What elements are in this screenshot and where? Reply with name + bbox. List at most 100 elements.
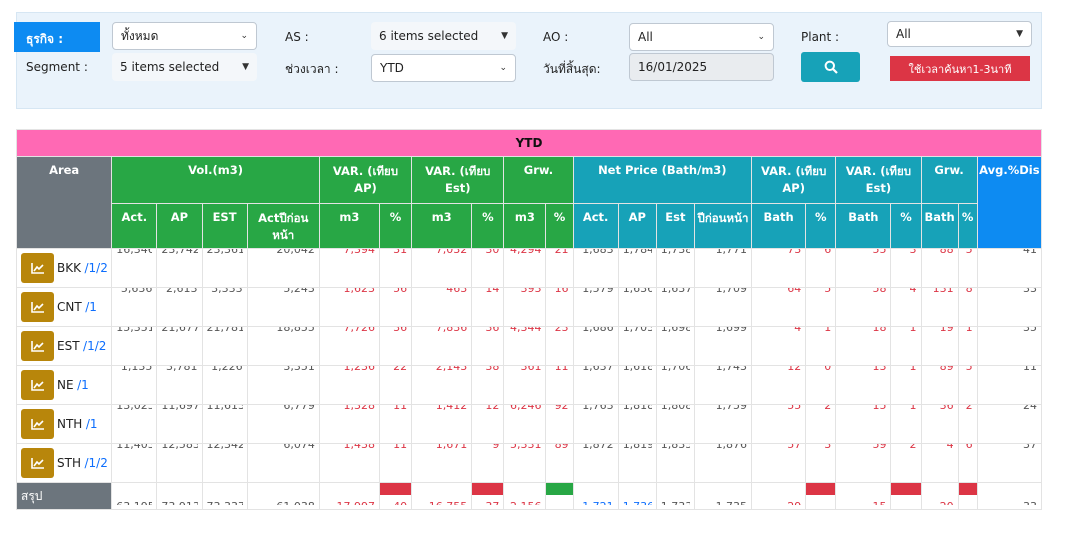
segment-value: 5 items selected <box>120 60 220 74</box>
area-name: NTH <box>57 417 83 431</box>
cell-15: 1 <box>805 326 837 366</box>
cell-3: 6,074 <box>246 443 320 483</box>
cell-8: 4,294 <box>503 248 547 288</box>
cell-20: 35 <box>976 326 1043 366</box>
period-select[interactable]: YTD ⌄ <box>371 54 516 82</box>
summary-cell-15 <box>805 482 837 510</box>
cell-value: 24 <box>1023 404 1037 412</box>
cell-value: 1,743 <box>715 365 748 373</box>
cell-value: 6,779 <box>283 404 315 412</box>
cell-value: 23,361 <box>206 248 243 256</box>
chart-line-icon <box>30 380 44 391</box>
area-drill-link[interactable]: /1 <box>77 378 89 392</box>
cell-6: 2,143 <box>411 365 473 405</box>
header-grw-price: Grw. <box>920 156 978 204</box>
business-select[interactable]: ทั้งหมด ⌄ <box>112 22 257 50</box>
cell-value: 33 <box>1023 287 1037 295</box>
cell-15: 2 <box>805 404 837 444</box>
cell-11: 1,819 <box>617 443 657 483</box>
cell-7: 36 <box>471 326 505 366</box>
enddate-input[interactable]: 16/01/2025 <box>629 53 774 81</box>
plant-select[interactable]: All ▼ <box>887 21 1032 47</box>
ao-select[interactable]: All ⌄ <box>629 23 774 51</box>
cell-value: 59 <box>872 443 887 451</box>
as-select[interactable]: 6 items selected ▼ <box>371 22 516 50</box>
cell-value: 36 <box>939 404 954 412</box>
cell-1: 12,583 <box>156 443 203 483</box>
summary-value <box>963 498 973 505</box>
subheader-6: m3 <box>411 203 473 249</box>
header-net-price: Net Price (Bath/m3) <box>572 156 753 204</box>
line-chart-button[interactable] <box>21 292 54 322</box>
line-chart-button[interactable] <box>21 448 54 478</box>
cell-5: 31 <box>379 248 413 288</box>
ao-value: All <box>638 30 653 44</box>
summary-cell-17 <box>890 482 922 510</box>
cell-5: 22 <box>379 365 413 405</box>
cell-value: 1,709 <box>715 287 748 295</box>
cell-12: 1,706 <box>655 365 695 405</box>
cell-8: 5,331 <box>503 443 547 483</box>
cell-value: 18,855 <box>276 326 315 334</box>
cell-4: 1,438 <box>318 443 381 483</box>
cell-value: 56 <box>393 287 408 295</box>
cell-value: 7,394 <box>343 248 376 256</box>
cell-value: 0 <box>824 365 832 373</box>
cell-2: 3,333 <box>201 287 248 327</box>
summary-cell-7: 37 <box>471 482 505 510</box>
line-chart-button[interactable] <box>21 253 54 283</box>
cell-13: 1,709 <box>693 287 753 327</box>
subheader-2: EST <box>201 203 248 249</box>
search-button[interactable] <box>801 52 860 82</box>
caret-down-icon: ▼ <box>501 31 508 41</box>
summary-cell-12: 1,733 <box>655 482 695 510</box>
cell-value: 1,771 <box>715 248 748 256</box>
cell-value: 36 <box>393 326 408 334</box>
cell-15: 3 <box>805 443 837 483</box>
filter-panel: ธุรกิจ : ทั้งหมด ⌄ AS : 6 items selected ▼… <box>14 12 1042 109</box>
cell-value: 1,699 <box>715 326 748 334</box>
area-drill-link[interactable]: /1 <box>85 300 97 314</box>
summary-value: 73,913 <box>161 498 197 505</box>
cell-7: 9 <box>471 443 505 483</box>
cell-value: 11 <box>393 443 408 451</box>
cell-value: 1,872 <box>582 443 614 451</box>
line-chart-button[interactable] <box>21 331 54 361</box>
line-chart-button[interactable] <box>21 409 54 439</box>
area-drill-link[interactable]: /1/2 <box>84 261 107 275</box>
cell-12: 1,835 <box>655 443 695 483</box>
cell-6: 1,671 <box>411 443 473 483</box>
area-drill-link[interactable]: /1/2 <box>83 339 106 353</box>
area-drill-link[interactable]: /1 <box>86 417 98 431</box>
segment-select[interactable]: 5 items selected ▼ <box>112 53 257 81</box>
cell-value: 1,135 <box>120 365 153 373</box>
header-avg-dis: Avg.%Dis <box>976 156 1043 249</box>
cell-value: 41 <box>1023 248 1037 256</box>
cell-value: 4 <box>946 443 954 451</box>
area-cell: CNT /1 <box>15 287 113 327</box>
line-chart-button[interactable] <box>21 370 54 400</box>
cell-value: 58 <box>872 287 887 295</box>
cell-value: 30 <box>485 248 500 256</box>
summary-value: 33 <box>982 498 1037 505</box>
table-row: STH /1/2 11,403 12,583 12,342 6,074 1,438 11 1,… <box>15 443 1043 483</box>
header-var-est-price: VAR. (เทียบ Est) <box>835 156 922 204</box>
subheader-8: m3 <box>503 203 547 249</box>
cell-17: 1 <box>890 404 922 444</box>
area-drill-link[interactable]: /1/2 <box>84 456 107 470</box>
cell-value: 11,613 <box>206 404 243 412</box>
cell-value: 1,438 <box>343 443 376 451</box>
cell-6: 1,412 <box>411 404 473 444</box>
business-value: ทั้งหมด <box>121 28 159 43</box>
cell-12: 1,637 <box>655 287 695 327</box>
cell-19: 5 <box>957 248 978 288</box>
cell-11: 1,618 <box>617 365 657 405</box>
summary-row: สรุป63,195 73,913 73,337 61,038 17,997 40 16,7… <box>15 482 1043 510</box>
cell-value: 3 <box>909 248 917 256</box>
cell-value: 6,074 <box>283 443 315 451</box>
cell-2: 21,781 <box>201 326 248 366</box>
subheader-11: AP <box>617 203 657 249</box>
cell-value: 4,344 <box>509 326 542 334</box>
cell-value: 2,143 <box>435 365 468 373</box>
cell-7: 14 <box>471 287 505 327</box>
